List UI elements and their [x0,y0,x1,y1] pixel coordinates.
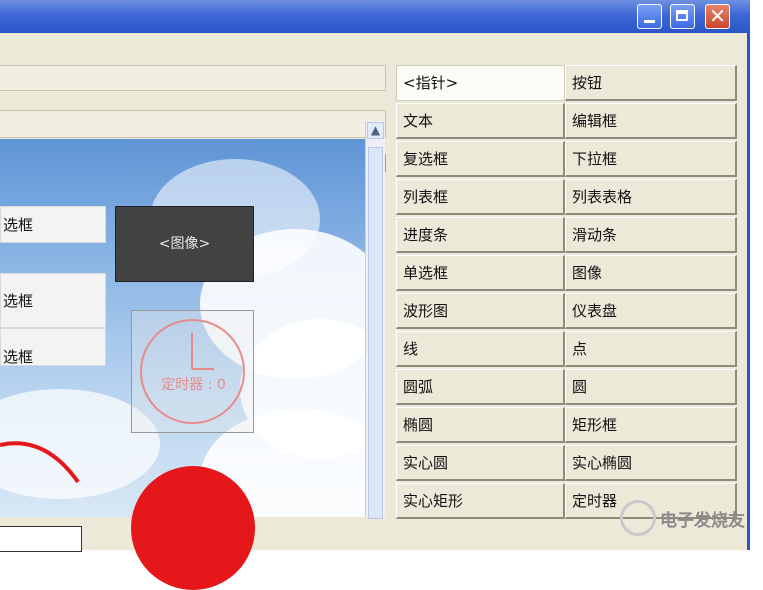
timer-label: 定时器 : 0 [161,377,226,393]
timer-control[interactable]: 定时器 : 0 [131,310,254,433]
palette-item-gauge[interactable]: 仪表盘 [565,293,737,329]
palette-item-filled-rectangle[interactable]: 实心矩形 [396,483,565,519]
maximize-button[interactable] [670,4,695,29]
vertical-scrollbar[interactable]: ▲ [365,121,385,519]
control-label: 选框 [3,348,34,366]
toolbar-strip [0,65,386,91]
clock-hands-icon [191,333,214,370]
control-palette: <指针> 按钮 文本 编辑框 复选框 下拉框 列表框 列表表格 进度条 滑动条 单选框 图像… [395,65,740,527]
canvas-checkbox-control[interactable]: 选框 [0,206,106,243]
image-placeholder[interactable]: <图像> [115,206,254,282]
palette-item-button[interactable]: 按钮 [565,65,737,101]
palette-item-rectangle[interactable]: 矩形框 [565,407,737,443]
watermark-logo-icon [620,500,656,536]
palette-item-progress-bar[interactable]: 进度条 [396,217,565,253]
control-label: 选框 [3,292,34,310]
palette-item-arc[interactable]: 圆弧 [396,369,565,405]
palette-item-pointer[interactable]: <指针> [396,65,565,101]
toolbar-strip [0,110,386,138]
palette-item-line[interactable]: 线 [396,331,565,367]
maximize-icon [676,10,688,21]
palette-item-radio[interactable]: 单选框 [396,255,565,291]
close-button[interactable]: ✕ [705,4,730,29]
palette-item-text[interactable]: 文本 [396,103,565,139]
palette-item-image[interactable]: 图像 [565,255,737,291]
canvas-checkbox-control[interactable]: 选框 [0,273,106,328]
timer-clock-icon [140,319,245,424]
control-label: 选框 [3,216,34,234]
minimize-button[interactable] [637,4,662,29]
palette-item-waveform[interactable]: 波形图 [396,293,565,329]
palette-item-ellipse[interactable]: 椭圆 [396,407,565,443]
palette-item-point[interactable]: 点 [565,331,737,367]
scroll-thumb[interactable] [368,147,383,519]
canvas-checkbox-control[interactable]: 选框 [0,328,106,366]
palette-item-dropdown[interactable]: 下拉框 [565,141,737,177]
watermark: 电子发烧友 [620,498,760,542]
window-title-bar: ✕ [0,0,750,33]
rectangle-shape[interactable] [0,526,82,552]
filled-circle-shape[interactable] [131,466,255,590]
watermark-text: 电子发烧友 [660,511,745,531]
close-icon: ✕ [709,4,726,28]
palette-item-checkbox[interactable]: 复选框 [396,141,565,177]
palette-item-edit-box[interactable]: 编辑框 [565,103,737,139]
palette-item-filled-circle[interactable]: 实心圆 [396,445,565,481]
palette-item-filled-ellipse[interactable]: 实心椭圆 [565,445,737,481]
palette-item-listbox[interactable]: 列表框 [396,179,565,215]
palette-item-slider[interactable]: 滑动条 [565,217,737,253]
minimize-icon [644,20,655,23]
palette-item-list-table[interactable]: 列表表格 [565,179,737,215]
scroll-up-icon[interactable]: ▲ [367,122,384,139]
arc-shape[interactable] [0,420,90,490]
palette-item-circle[interactable]: 圆 [565,369,737,405]
